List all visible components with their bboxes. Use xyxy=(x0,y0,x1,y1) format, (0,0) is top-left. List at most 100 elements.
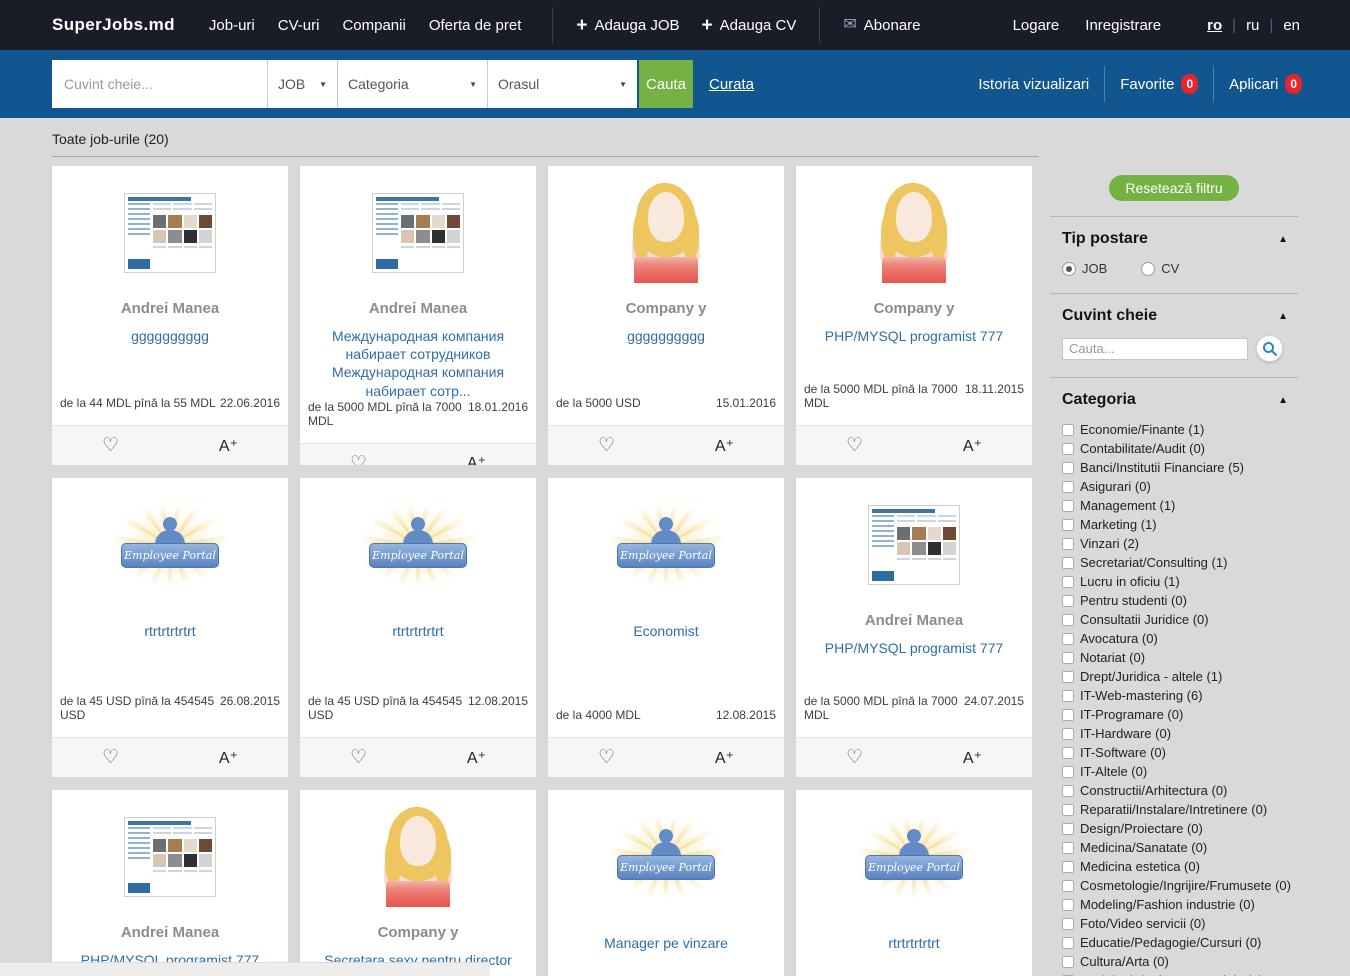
favorite-heart-icon[interactable]: ♡ xyxy=(598,434,615,457)
favorites-link[interactable]: Favorite 0 xyxy=(1120,74,1198,94)
reset-filter-button[interactable]: Resetează filtru xyxy=(1109,175,1238,201)
job-card[interactable]: Company y PHP/MYSQL programist 777 de la… xyxy=(796,166,1032,465)
site-logo[interactable]: SuperJobs.md xyxy=(52,15,175,35)
company-name[interactable]: Company y xyxy=(548,300,784,317)
job-card[interactable]: Company y gggggggggg de la 5000 USD 15.0… xyxy=(548,166,784,465)
search-button[interactable]: Cauta xyxy=(639,60,693,108)
apply-icon[interactable]: A⁺ xyxy=(467,453,486,465)
category-checkbox-item[interactable]: Banci/Institutii Financiare (5) xyxy=(1054,458,1294,477)
add-cv-link[interactable]: + Adauga CV xyxy=(702,16,797,35)
apply-icon[interactable]: A⁺ xyxy=(715,748,734,768)
job-card[interactable]: Andrei Manea gggggggggg de la 44 MDL pîn… xyxy=(52,166,288,465)
nav-companii[interactable]: Companii xyxy=(338,11,409,40)
category-checkbox-item[interactable]: Design/Proiectare (0) xyxy=(1054,819,1294,838)
category-checkbox-item[interactable]: Secretariat/Consulting (1) xyxy=(1054,553,1294,572)
category-checkbox-item[interactable]: Pentru studenti (0) xyxy=(1054,591,1294,610)
job-title-link[interactable]: Manager pe vinzare xyxy=(548,934,784,952)
favorite-heart-icon[interactable]: ♡ xyxy=(350,746,367,769)
clear-link[interactable]: Curata xyxy=(709,76,754,93)
favorite-heart-icon[interactable]: ♡ xyxy=(598,746,615,769)
category-checkbox-item[interactable]: IT-Altele (0) xyxy=(1054,762,1294,781)
category-checkbox-item[interactable]: Foto/Video servicii (0) xyxy=(1054,914,1294,933)
category-checkbox-item[interactable]: Medicina estetica (0) xyxy=(1054,857,1294,876)
favorite-heart-icon[interactable]: ♡ xyxy=(350,452,367,465)
category-checkbox-item[interactable]: Modeling/Fashion industrie (0) xyxy=(1054,895,1294,914)
category-checkbox-item[interactable]: Contabilitate/Audit (0) xyxy=(1054,439,1294,458)
subscribe-link[interactable]: ✉ Abonare xyxy=(843,17,920,34)
category-checkbox-item[interactable]: Economie/Finante (1) xyxy=(1054,420,1294,439)
job-card[interactable]: Andrei Manea PHP/MYSQL programist 777 ♡ … xyxy=(52,790,288,976)
collapse-up-icon[interactable]: ▲ xyxy=(1278,234,1288,245)
category-select[interactable]: Categoria ▼ xyxy=(337,60,487,108)
city-select[interactable]: Orasul ▼ xyxy=(487,60,637,108)
apply-icon[interactable]: A⁺ xyxy=(219,436,238,456)
register-link[interactable]: Inregistrare xyxy=(1085,17,1161,34)
category-checkbox-item[interactable]: Management (1) xyxy=(1054,496,1294,515)
job-title-link[interactable]: gggggggggg xyxy=(548,327,784,345)
category-checkbox-item[interactable]: IT-Hardware (0) xyxy=(1054,724,1294,743)
sidebar-search-button[interactable] xyxy=(1256,335,1283,362)
collapse-up-icon[interactable]: ▲ xyxy=(1278,311,1288,322)
category-checkbox-item[interactable]: Consultatii Juridice (0) xyxy=(1054,610,1294,629)
apply-icon[interactable]: A⁺ xyxy=(963,436,982,456)
lang-ru[interactable]: ru xyxy=(1242,15,1263,36)
add-job-link[interactable]: + Adauga JOB xyxy=(576,16,679,35)
job-title-link[interactable]: rtrtrtrtrtrt xyxy=(796,934,1032,952)
apply-icon[interactable]: A⁺ xyxy=(963,748,982,768)
category-checkbox-item[interactable]: Sociologie/Asistenta Sociala (0) xyxy=(1054,971,1294,976)
company-name[interactable]: Company y xyxy=(300,924,536,941)
nav-cv-uri[interactable]: CV-uri xyxy=(274,11,324,40)
nav-job-uri[interactable]: Job-uri xyxy=(205,11,259,40)
type-select[interactable]: JOB ▼ xyxy=(267,60,337,108)
job-title-link[interactable]: PHP/MYSQL programist 777 xyxy=(796,327,1032,345)
company-name[interactable]: Company y xyxy=(796,300,1032,317)
job-title-link[interactable]: rtrtrtrtrtrt xyxy=(52,622,288,640)
job-card[interactable]: Employee Portal Economist de la 4000 MDL… xyxy=(548,478,784,777)
applications-link[interactable]: Aplicari 0 xyxy=(1229,74,1302,94)
lang-ro[interactable]: ro xyxy=(1203,15,1226,36)
category-checkbox-item[interactable]: Educatie/Pedagogie/Cursuri (0) xyxy=(1054,933,1294,952)
job-card[interactable]: Employee Portal rtrtrtrtrtrt ♡ A⁺ xyxy=(796,790,1032,976)
category-checkbox-item[interactable]: Medicina/Sanatate (0) xyxy=(1054,838,1294,857)
category-checkbox-item[interactable]: Vinzari (2) xyxy=(1054,534,1294,553)
keyword-input[interactable] xyxy=(52,60,267,108)
category-checkbox-item[interactable]: Avocatura (0) xyxy=(1054,629,1294,648)
company-name[interactable]: Andrei Manea xyxy=(52,300,288,317)
favorite-heart-icon[interactable]: ♡ xyxy=(102,746,119,769)
company-name[interactable]: Andrei Manea xyxy=(52,924,288,941)
job-card[interactable]: Employee Portal rtrtrtrtrtrt de la 45 US… xyxy=(300,478,536,777)
job-title-link[interactable]: PHP/MYSQL programist 777 xyxy=(796,639,1032,657)
category-checkbox-item[interactable]: IT-Web-mastering (6) xyxy=(1054,686,1294,705)
nav-oferta-de-pret[interactable]: Oferta de pret xyxy=(425,11,526,40)
job-card[interactable]: Employee Portal rtrtrtrtrtrt de la 45 US… xyxy=(52,478,288,777)
company-name[interactable]: Andrei Manea xyxy=(300,300,536,317)
category-checkbox-item[interactable]: Drept/Juridica - altele (1) xyxy=(1054,667,1294,686)
apply-icon[interactable]: A⁺ xyxy=(467,748,486,768)
collapse-up-icon[interactable]: ▲ xyxy=(1278,395,1288,406)
job-card[interactable]: Andrei Manea Международная компания наби… xyxy=(300,166,536,465)
job-card[interactable]: Company y Secretara sexy pentru director… xyxy=(300,790,536,976)
radio-cv[interactable]: CV xyxy=(1141,261,1179,276)
category-checkbox-item[interactable]: Constructii/Arhitectura (0) xyxy=(1054,781,1294,800)
sidebar-keyword-input[interactable] xyxy=(1062,338,1248,360)
job-card[interactable]: Andrei Manea PHP/MYSQL programist 777 de… xyxy=(796,478,1032,777)
apply-icon[interactable]: A⁺ xyxy=(219,748,238,768)
category-checkbox-item[interactable]: IT-Software (0) xyxy=(1054,743,1294,762)
category-checkbox-item[interactable]: Reparatii/Instalare/Intretinere (0) xyxy=(1054,800,1294,819)
job-card[interactable]: Employee Portal Manager pe vinzare ♡ A⁺ xyxy=(548,790,784,976)
favorite-heart-icon[interactable]: ♡ xyxy=(846,434,863,457)
job-title-link[interactable]: gggggggggg xyxy=(52,327,288,345)
category-checkbox-item[interactable]: Cultura/Arta (0) xyxy=(1054,952,1294,971)
view-history-link[interactable]: Istoria vizualizari xyxy=(978,76,1089,93)
radio-job[interactable]: JOB xyxy=(1062,261,1107,276)
favorite-heart-icon[interactable]: ♡ xyxy=(102,434,119,457)
category-checkbox-item[interactable]: Marketing (1) xyxy=(1054,515,1294,534)
category-checkbox-item[interactable]: Notariat (0) xyxy=(1054,648,1294,667)
company-name[interactable]: Andrei Manea xyxy=(796,612,1032,629)
category-checkbox-item[interactable]: Asigurari (0) xyxy=(1054,477,1294,496)
category-checkbox-item[interactable]: Lucru in oficiu (1) xyxy=(1054,572,1294,591)
favorite-heart-icon[interactable]: ♡ xyxy=(846,746,863,769)
lang-en[interactable]: en xyxy=(1279,15,1304,36)
category-checkbox-item[interactable]: IT-Programare (0) xyxy=(1054,705,1294,724)
job-title-link[interactable]: Международная компания набирает сотрудни… xyxy=(300,327,536,400)
